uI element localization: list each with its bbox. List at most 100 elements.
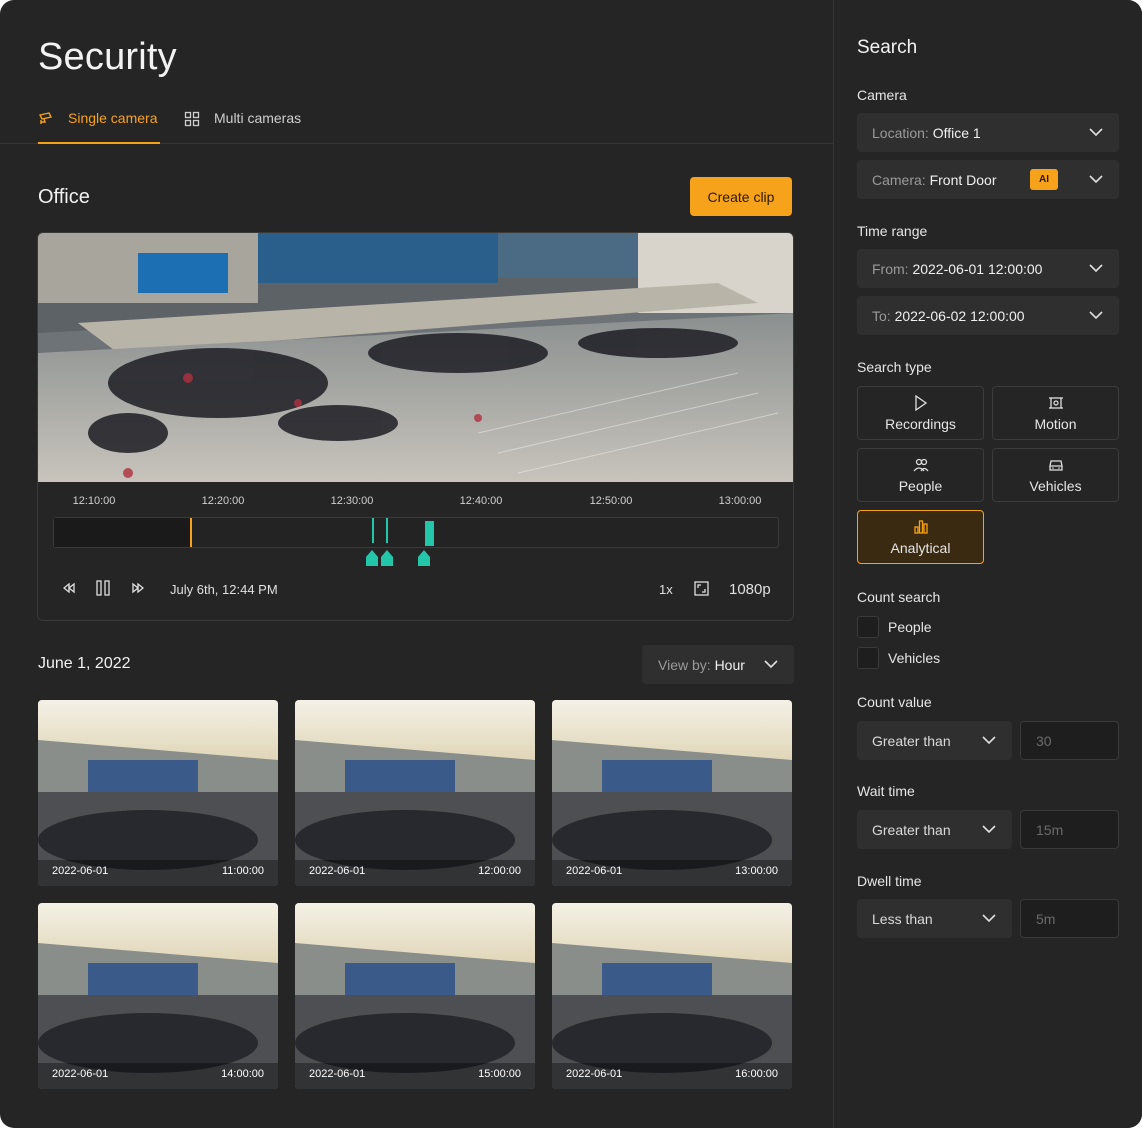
fast-forward-icon	[132, 582, 144, 594]
tab-single-camera[interactable]: Single camera	[38, 110, 160, 144]
wait-time-operator-select[interactable]: Greater than	[857, 810, 1012, 849]
timeline-scrubber[interactable]	[53, 517, 779, 548]
wait-time-label: Wait time	[857, 783, 915, 799]
recording-thumbnail[interactable]: 2022-06-01 12:00:00	[295, 700, 535, 886]
time-tick: 12:50:00	[589, 495, 633, 507]
pause-button[interactable]	[96, 580, 110, 596]
chevron-down-icon	[1089, 128, 1103, 137]
date-heading: June 1, 2022	[38, 655, 131, 672]
event-marker[interactable]	[386, 518, 388, 543]
chevron-down-icon	[764, 660, 778, 669]
location-select[interactable]: Location: Office 1	[857, 113, 1119, 152]
time-tick: 13:00:00	[718, 495, 762, 507]
fast-forward-button[interactable]	[132, 582, 144, 594]
main-panel: Security Single camera Multi cameras Off…	[0, 0, 833, 1128]
search-type-vehicles[interactable]: Vehicles	[992, 448, 1119, 502]
camera-prefix: Camera:	[872, 172, 926, 188]
camera-tabs: Single camera Multi cameras	[0, 100, 833, 144]
camera-value: Front Door	[929, 172, 997, 188]
recording-thumbnail[interactable]: 2022-06-01 16:00:00	[552, 903, 792, 1089]
event-pin-icon[interactable]	[365, 550, 379, 566]
camera-text: Camera: Front Door	[872, 172, 997, 188]
to-text: To: 2022-06-02 12:00:00	[872, 308, 1025, 324]
location-value: Office 1	[932, 125, 981, 141]
thumbnail-date: 2022-06-01	[566, 1068, 623, 1080]
car-icon	[1048, 460, 1063, 471]
chevron-down-icon	[1089, 311, 1103, 320]
timeline-ticks: 12:10:00 12:20:00 12:30:00 12:40:00 12:5…	[38, 495, 793, 509]
time-tick: 12:10:00	[72, 495, 116, 507]
grid-icon	[184, 111, 200, 127]
time-tick: 12:40:00	[459, 495, 503, 507]
rewind-icon	[63, 582, 75, 594]
people-checkbox-label: People	[888, 619, 932, 635]
search-type-recordings[interactable]: Recordings	[857, 386, 984, 440]
video-quality[interactable]: 1080p	[729, 581, 771, 598]
thumbnail-time: 16:00:00	[735, 1068, 778, 1080]
event-marker[interactable]	[425, 521, 434, 546]
thumbnail-time: 13:00:00	[735, 865, 778, 877]
ai-badge: AI	[1030, 169, 1058, 190]
count-value-operator-select[interactable]: Greater than	[857, 721, 1012, 760]
dwell-time-input[interactable]	[1020, 899, 1119, 938]
time-tick: 12:20:00	[201, 495, 245, 507]
to-select[interactable]: To: 2022-06-02 12:00:00	[857, 296, 1119, 335]
operator-value: Less than	[872, 911, 933, 927]
search-type-label: Motion	[1034, 416, 1077, 432]
thumbnail-date: 2022-06-01	[52, 865, 109, 877]
rewind-button[interactable]	[63, 582, 75, 594]
search-type-people[interactable]: People	[857, 448, 984, 502]
tab-label: Single camera	[68, 110, 158, 126]
event-pin-icon[interactable]	[417, 550, 431, 566]
count-value-input[interactable]	[1020, 721, 1119, 760]
camera-select[interactable]: Camera: Front Door AI	[857, 160, 1119, 199]
chevron-down-icon	[1089, 175, 1103, 184]
thumbnail-time: 12:00:00	[478, 865, 521, 877]
from-select[interactable]: From: 2022-06-01 12:00:00	[857, 249, 1119, 288]
event-pin-icon[interactable]	[380, 550, 394, 566]
play-icon	[914, 395, 927, 411]
search-type-label: People	[898, 478, 943, 494]
recording-thumbnail[interactable]: 2022-06-01 11:00:00	[38, 700, 278, 886]
fullscreen-button[interactable]	[694, 581, 709, 596]
create-clip-button[interactable]: Create clip	[690, 177, 792, 216]
view-by-value: Hour	[714, 657, 745, 673]
time-tick: 12:30:00	[330, 495, 374, 507]
view-by-prefix: View by:	[658, 657, 711, 673]
search-type-analytical[interactable]: Analytical	[857, 510, 984, 564]
page-title: Security	[38, 36, 177, 78]
search-type-label: Recordings	[885, 416, 956, 432]
thumbnail-image	[295, 903, 535, 1089]
recording-thumbnail[interactable]: 2022-06-01 13:00:00	[552, 700, 792, 886]
recording-thumbnail[interactable]: 2022-06-01 15:00:00	[295, 903, 535, 1089]
thumbnail-image	[552, 903, 792, 1089]
location-text: Location: Office 1	[872, 125, 981, 141]
wait-time-input[interactable]	[1020, 810, 1119, 849]
dwell-time-operator-select[interactable]: Less than	[857, 899, 1012, 938]
tab-multi-cameras[interactable]: Multi cameras	[184, 110, 301, 144]
playback-speed[interactable]: 1x	[659, 582, 673, 597]
played-range	[54, 518, 190, 547]
operator-value: Greater than	[872, 733, 951, 749]
search-type-motion[interactable]: Motion	[992, 386, 1119, 440]
vehicles-checkbox[interactable]	[857, 647, 879, 669]
people-checkbox[interactable]	[857, 616, 879, 638]
security-app: Security Single camera Multi cameras Off…	[0, 0, 1142, 1128]
dwell-time-label: Dwell time	[857, 873, 922, 889]
search-type-label: Search type	[857, 359, 932, 375]
playback-timestamp: July 6th, 12:44 PM	[170, 582, 278, 597]
fullscreen-icon	[694, 581, 709, 596]
playhead[interactable]	[190, 518, 192, 547]
thumbnail-date: 2022-06-01	[309, 1068, 366, 1080]
thumbnail-time: 14:00:00	[221, 1068, 264, 1080]
chevron-down-icon	[982, 736, 996, 745]
view-by-select[interactable]: View by: Hour	[642, 645, 794, 684]
recording-thumbnail[interactable]: 2022-06-01 14:00:00	[38, 903, 278, 1089]
vehicles-checkbox-label: Vehicles	[888, 650, 941, 666]
thumbnail-date: 2022-06-01	[309, 865, 366, 877]
video-frame[interactable]	[38, 233, 794, 482]
count-value-label: Count value	[857, 694, 932, 710]
event-marker[interactable]	[372, 518, 374, 543]
player-controls: July 6th, 12:44 PM 1x 1080p	[38, 578, 793, 602]
thumbnail-image	[295, 700, 535, 886]
